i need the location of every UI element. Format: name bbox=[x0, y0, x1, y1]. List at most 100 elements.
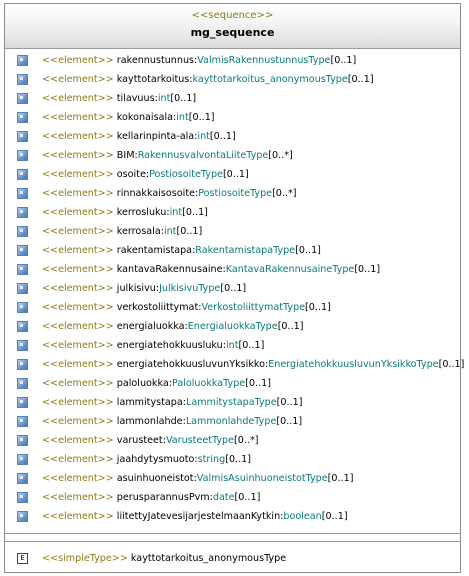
element-name: rakennustunnus bbox=[116, 55, 195, 66]
element-row[interactable]: <<element>> tilavuus:int[0..1] bbox=[5, 90, 460, 109]
sequence-class-box[interactable]: <<sequence>> mg_sequence <<element>> rak… bbox=[4, 3, 464, 573]
element-stereotype: <<element>> bbox=[42, 302, 114, 313]
element-icon bbox=[17, 188, 28, 199]
element-stereotype: <<element>> bbox=[42, 112, 114, 123]
element-type: VerkostoliittymatType bbox=[201, 302, 306, 313]
element-row[interactable]: <<element>> jaahdytysmuoto:string[0..1] bbox=[5, 451, 460, 470]
element-multiplicity: [0..1] bbox=[305, 302, 331, 313]
element-icon bbox=[17, 378, 28, 389]
element-type: PostiosoiteType bbox=[198, 188, 273, 199]
element-name: jaahdytysmuoto bbox=[116, 454, 195, 465]
element-stereotype: <<element>> bbox=[42, 55, 114, 66]
element-type: VarusteetType bbox=[165, 435, 235, 446]
element-icon bbox=[17, 74, 28, 85]
element-type: EnergialuokkaType bbox=[187, 321, 278, 332]
element-icon bbox=[17, 245, 28, 256]
element-type: int bbox=[169, 207, 183, 218]
element-name: verkostoliittymat bbox=[116, 302, 199, 313]
element-multiplicity: [0..1] bbox=[188, 112, 215, 123]
class-header: <<sequence>> mg_sequence bbox=[5, 4, 460, 49]
element-icon bbox=[17, 340, 28, 351]
element-type: date bbox=[212, 492, 235, 503]
element-icon bbox=[17, 511, 28, 522]
element-row[interactable]: <<element>> lammitystapa:LammitystapaTyp… bbox=[5, 394, 460, 413]
element-name: julkisivu bbox=[116, 283, 156, 294]
element-icon bbox=[17, 93, 28, 104]
element-row[interactable]: <<element>> rakentamistapa:Rakentamistap… bbox=[5, 242, 460, 261]
element-row[interactable]: <<element>> kerrosala:int[0..1] bbox=[5, 223, 460, 242]
element-icon bbox=[17, 150, 28, 161]
element-stereotype: <<element>> bbox=[42, 397, 114, 408]
element-row[interactable]: <<element>> liitettyJatevesijarjestelmaa… bbox=[5, 508, 460, 527]
element-stereotype: <<element>> bbox=[42, 226, 114, 237]
element-stereotype: <<element>> bbox=[42, 150, 114, 161]
element-multiplicity: [0..1] bbox=[276, 416, 303, 427]
element-name: perusparannusPvm bbox=[116, 492, 210, 503]
element-type: int bbox=[157, 93, 171, 104]
element-row[interactable]: <<element>> rinnakkaisosoite:Postiosoite… bbox=[5, 185, 460, 204]
element-multiplicity: [0..1] bbox=[209, 131, 236, 142]
class-title: mg_sequence bbox=[190, 26, 275, 39]
element-row[interactable]: <<element>> asuinhuoneistot:ValmisAsuinh… bbox=[5, 470, 460, 489]
element-name: osoite bbox=[116, 169, 146, 180]
element-stereotype: <<element>> bbox=[42, 454, 114, 465]
element-row[interactable]: <<element>> paloluokka:PaloluokkaType[0.… bbox=[5, 375, 460, 394]
element-row[interactable]: <<element>> osoite:PostiosoiteType[0..1] bbox=[5, 166, 460, 185]
element-multiplicity: [0..1] bbox=[222, 169, 249, 180]
element-icon bbox=[17, 359, 28, 370]
element-name: energiatehokkuusluvunYksikko bbox=[116, 359, 265, 370]
element-icon bbox=[17, 169, 28, 180]
element-row[interactable]: <<element>> energiatehokkuusluku:int[0..… bbox=[5, 337, 460, 356]
element-multiplicity: [0..1] bbox=[225, 454, 251, 465]
element-name: energiatehokkuusluku bbox=[116, 340, 223, 351]
element-stereotype: <<element>> bbox=[42, 435, 114, 446]
element-type: boolean bbox=[283, 511, 322, 522]
element-row[interactable]: <<element>> BIM:RakennusvalvontaLiiteTyp… bbox=[5, 147, 460, 166]
element-row[interactable]: <<element>> kellarinpinta-ala:int[0..1] bbox=[5, 128, 460, 147]
element-stereotype: <<element>> bbox=[42, 207, 114, 218]
element-row[interactable]: <<element>> kayttotarkoitus:kayttotarkoi… bbox=[5, 71, 460, 90]
simple-type-row[interactable]: E <<simpleType>> kayttotarkoitus_anonymo… bbox=[5, 550, 460, 568]
element-stereotype: <<element>> bbox=[42, 340, 114, 351]
element-name: kerrosala bbox=[116, 226, 161, 237]
element-icon bbox=[17, 473, 28, 484]
element-icon bbox=[17, 131, 28, 142]
element-type: KantavaRakennusaineType bbox=[225, 264, 355, 275]
element-row[interactable]: <<element>> kokonaisala:int[0..1] bbox=[5, 109, 460, 128]
element-icon bbox=[17, 416, 28, 427]
element-row[interactable]: <<element>> energiatehokkuusluvunYksikko… bbox=[5, 356, 464, 375]
element-icon bbox=[17, 207, 28, 218]
element-multiplicity: [0..1] bbox=[276, 397, 303, 408]
element-row[interactable]: <<element>> lammonlahde:LammonlahdeType[… bbox=[5, 413, 460, 432]
element-row[interactable]: <<element>> verkostoliittymat:Verkostoli… bbox=[5, 299, 460, 318]
element-multiplicity: [0..1] bbox=[182, 207, 208, 218]
element-stereotype: <<element>> bbox=[42, 264, 114, 275]
element-row[interactable]: <<element>> energialuokka:EnergialuokkaT… bbox=[5, 318, 460, 337]
element-multiplicity: [0..*] bbox=[234, 435, 259, 446]
element-row[interactable]: <<element>> julkisivu:JulkisivuType[0..1… bbox=[5, 280, 460, 299]
sequence-stereotype: <<sequence>> bbox=[191, 10, 274, 21]
element-row[interactable]: <<element>> perusparannusPvm:date[0..1] bbox=[5, 489, 460, 508]
element-row[interactable]: <<element>> kantavaRakennusaine:KantavaR… bbox=[5, 261, 460, 280]
element-row[interactable]: <<element>> kerrosluku:int[0..1] bbox=[5, 204, 460, 223]
element-icon bbox=[17, 283, 28, 294]
element-name: lammonlahde bbox=[116, 416, 183, 427]
element-type: ValmisRakennustunnusType bbox=[197, 55, 331, 66]
element-type: kayttotarkoitus_anonymousType bbox=[192, 74, 348, 85]
element-stereotype: <<element>> bbox=[42, 74, 114, 85]
element-row[interactable]: <<element>> rakennustunnus:ValmisRakennu… bbox=[5, 52, 460, 71]
element-name: kerrosluku bbox=[116, 207, 167, 218]
element-multiplicity: [0..1] bbox=[438, 359, 465, 370]
element-row[interactable]: <<element>> varusteet:VarusteetType[0..*… bbox=[5, 432, 460, 451]
element-type: int bbox=[197, 131, 210, 142]
element-name: kokonaisala bbox=[116, 112, 173, 123]
element-multiplicity: [0..1] bbox=[321, 511, 348, 522]
element-stereotype: <<element>> bbox=[42, 473, 114, 484]
element-multiplicity: [0..1] bbox=[330, 55, 357, 66]
element-name: liitettyJatevesijarjestelmaanKytkin bbox=[116, 511, 281, 522]
compartment-divider bbox=[5, 541, 460, 542]
element-stereotype: <<element>> bbox=[42, 416, 114, 427]
enumeration-icon: E bbox=[17, 553, 28, 564]
element-name: kayttotarkoitus bbox=[116, 74, 190, 85]
compartment-divider bbox=[5, 533, 460, 534]
